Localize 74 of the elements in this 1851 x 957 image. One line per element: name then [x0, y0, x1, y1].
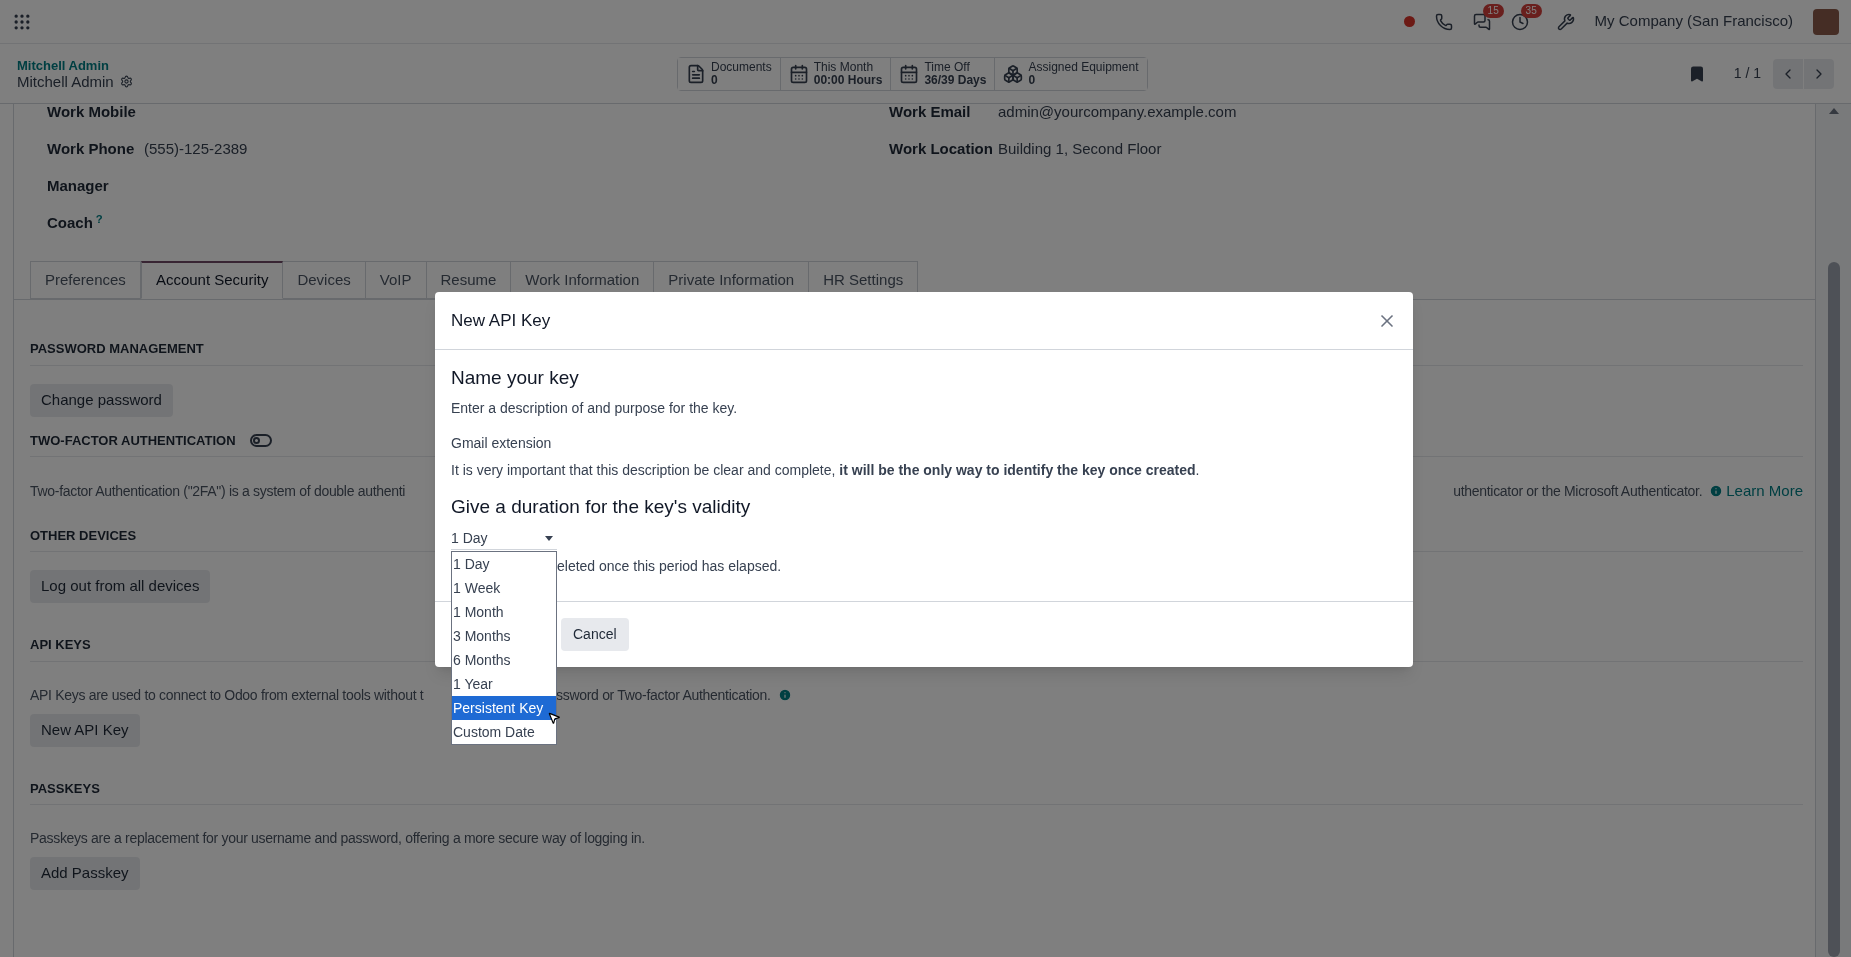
action-button[interactable]: Add Passkey	[30, 857, 140, 890]
input-field[interactable]: Gmail extension	[451, 432, 1397, 454]
notification-count-badge: 35	[1520, 3, 1542, 18]
field-value: Building 1, Second Floor	[998, 139, 1162, 160]
stat-button[interactable]: Documents 0	[678, 57, 781, 90]
field-label: Work Location	[889, 139, 994, 160]
section-description: Two-factor Authentication ("2FA") is a system of double authenti	[30, 481, 406, 501]
phone-icon[interactable]	[1434, 12, 1453, 31]
help-tooltip-mark[interactable]: ?	[95, 212, 103, 225]
dropdown-option[interactable]: 1 Year	[452, 672, 556, 696]
stat-value: 36/39 Days	[924, 73, 987, 87]
field-label: Manager	[47, 176, 110, 197]
field-value: (555)-125-2389	[144, 139, 248, 160]
tools-icon[interactable]	[1556, 12, 1575, 31]
stat-label: Documents	[711, 60, 772, 74]
learn-more-link[interactable]: Learn More	[1709, 480, 1803, 503]
action-button[interactable]: Log out from all devices	[30, 570, 211, 603]
section-description: Passkeys are a replacement for your username and password, offering a more secure way of logging in.	[30, 829, 645, 848]
section-heading: TWO-FACTOR AUTHENTICATION	[30, 431, 236, 450]
duration-help-text: eleted once this period has elapsed.	[557, 556, 783, 576]
action-button[interactable]: New API Key	[30, 713, 140, 747]
section-heading: PASSWORD MANAGEMENT	[30, 340, 204, 358]
section-title: Name your key	[451, 366, 580, 390]
calendar-icon	[788, 63, 809, 84]
action-button[interactable]: Change password	[30, 383, 173, 417]
dropdown-option[interactable]: Persistent Key	[452, 696, 556, 720]
tab[interactable]: Account Security	[140, 261, 284, 299]
dropdown-option[interactable]: 6 Months	[452, 648, 556, 672]
section-description: ssword or Two-factor Authentication.	[556, 685, 771, 705]
notification-count-badge: 15	[1482, 3, 1504, 18]
stat-label: Time Off	[924, 60, 971, 74]
dialog-title: New API Key	[451, 309, 551, 332]
field-value: admin@yourcompany.example.com	[998, 104, 1237, 123]
dropdown-option[interactable]: 1 Month	[452, 600, 556, 624]
info-icon[interactable]	[777, 688, 792, 702]
section-description: uthenticator or the Microsoft Authenticator.	[1453, 481, 1703, 501]
dropdown-option[interactable]: Custom Date	[452, 720, 556, 744]
info-icon	[1709, 484, 1724, 499]
cancel-button[interactable]: Cancel	[561, 618, 629, 651]
chat-icon[interactable]	[1472, 12, 1491, 31]
company-switcher[interactable]: My Company (San Francisco)	[1594, 10, 1793, 33]
section-description: Enter a description of and purpose for the key.	[451, 398, 739, 418]
section-title: Give a duration for the key's validity	[451, 495, 752, 519]
pager-value[interactable]: 1 / 1	[1733, 63, 1761, 84]
dropdown-option[interactable]: 1 Week	[452, 576, 556, 600]
stat-value: 0	[1028, 73, 1036, 87]
section-heading: PASSKEYS	[30, 779, 100, 798]
stat-value: 0	[711, 73, 719, 87]
tab[interactable]: Preferences	[30, 261, 141, 299]
section-heading: API KEYS	[30, 636, 91, 654]
settings-icon[interactable]	[119, 75, 133, 88]
select-field[interactable]: 1 Day	[451, 527, 557, 550]
field-label: Work Phone	[47, 139, 136, 160]
field-label: Work Mobile	[47, 104, 137, 123]
record-title: Mitchell Admin	[17, 73, 114, 90]
boxes-icon	[1003, 63, 1024, 84]
clock-icon[interactable]	[1510, 12, 1529, 31]
stat-label: This Month	[813, 60, 875, 74]
tab[interactable]: Devices	[283, 261, 366, 299]
calendar-icon	[899, 63, 920, 84]
dropdown-option[interactable]: 3 Months	[452, 624, 556, 648]
field-label: Work Email	[889, 104, 972, 123]
section-description: API Keys are used to connect to Odoo from external tools without t	[30, 685, 424, 705]
stat-value: 00:00 Hours	[813, 73, 883, 87]
breadcrumb-link[interactable]: Mitchell Admin	[17, 57, 677, 74]
stat-label: Assigned Equipment	[1028, 60, 1139, 74]
toggle-switch[interactable]	[249, 433, 272, 447]
warning-text: It is very important that this description be clear and complete, it will be the only way to identify the key once created.	[451, 461, 1201, 480]
user-avatar[interactable]	[1813, 8, 1839, 35]
tab[interactable]: VoIP	[365, 261, 427, 299]
dropdown-option[interactable]: 1 Day	[452, 552, 556, 576]
section-heading: OTHER DEVICES	[30, 526, 137, 545]
document-icon	[686, 63, 706, 84]
field-label: Coach $^{?}$	[47, 212, 104, 234]
